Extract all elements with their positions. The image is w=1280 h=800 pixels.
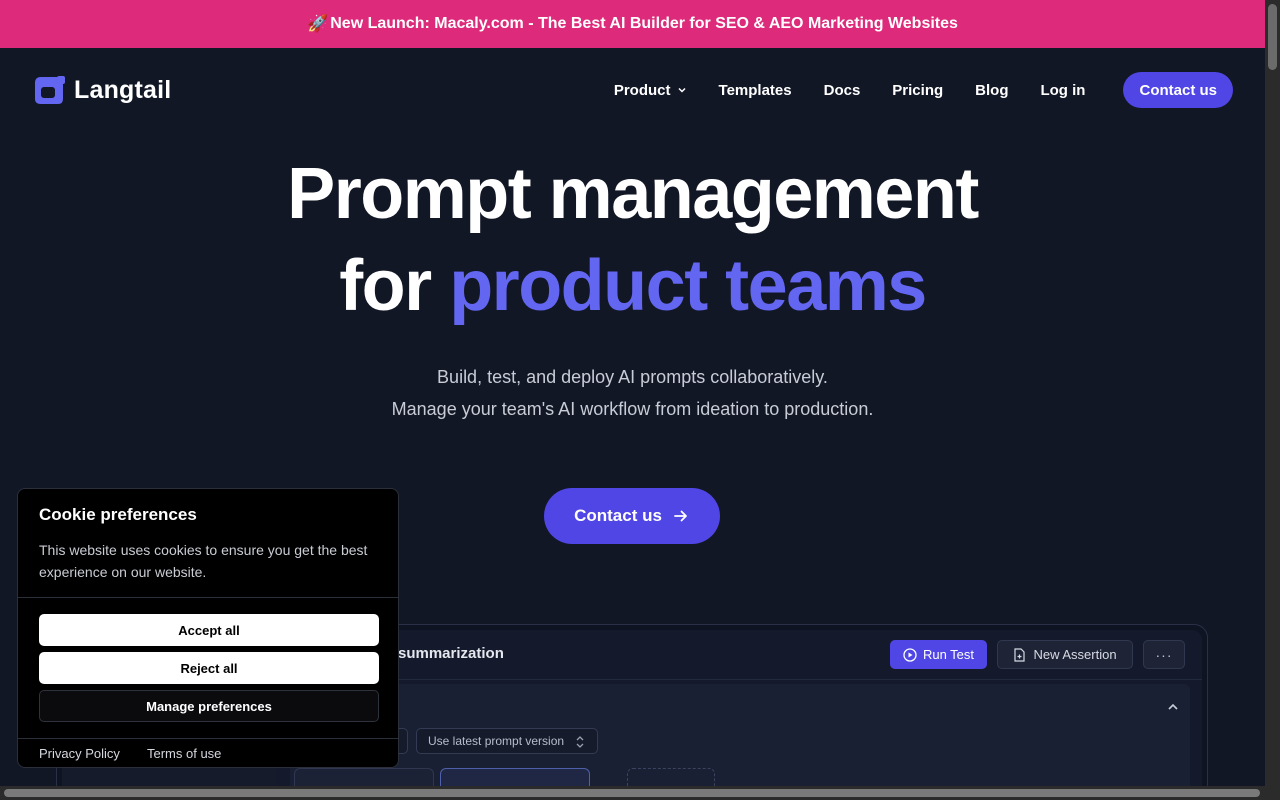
reject-all-button[interactable]: Reject all — [39, 652, 379, 684]
nav-templates[interactable]: Templates — [719, 82, 792, 99]
vertical-scrollbar-thumb[interactable] — [1268, 4, 1277, 70]
play-icon — [903, 647, 917, 662]
privacy-policy-link[interactable]: Privacy Policy — [39, 746, 120, 761]
banner-text[interactable]: New Launch: Macaly.com - The Best AI Bui… — [330, 15, 958, 33]
chevron-updown-icon — [576, 736, 584, 748]
new-assertion-button[interactable]: New Assertion — [997, 640, 1133, 669]
more-options-button[interactable]: ··· — [1143, 640, 1185, 669]
run-test-label: Run Test — [922, 647, 975, 662]
hero-title-accent: product teams — [449, 246, 927, 326]
logo-text: Langtail — [74, 75, 172, 104]
nav-docs[interactable]: Docs — [824, 82, 861, 99]
file-plus-icon — [1014, 647, 1026, 662]
nav-contact-button[interactable]: Contact us — [1123, 72, 1233, 108]
hero-title-line1: Prompt management — [287, 154, 979, 234]
run-test-button[interactable]: Run Test — [890, 640, 987, 669]
preview-title: summarization — [398, 645, 504, 662]
nav-product[interactable]: Product — [614, 82, 687, 99]
manage-preferences-button[interactable]: Manage preferences — [39, 690, 379, 722]
rocket-icon: 🚀 — [307, 14, 329, 33]
prompt-version-value: Use latest prompt version — [428, 734, 565, 748]
prompt-version-select[interactable]: Use latest prompt version — [416, 728, 598, 754]
cookie-preferences-modal: Cookie preferences This website uses coo… — [17, 488, 399, 768]
nav-links: Product Templates Docs Pricing Blog Log … — [614, 72, 1233, 108]
vertical-scrollbar[interactable] — [1265, 0, 1280, 800]
cookie-title: Cookie preferences — [39, 505, 197, 524]
top-nav: Langtail Product Templates Docs Pricing … — [0, 48, 1265, 132]
nav-pricing[interactable]: Pricing — [892, 82, 943, 99]
logo[interactable]: Langtail — [32, 73, 171, 107]
hero-contact-label: Contact us — [574, 506, 662, 525]
new-assertion-label: New Assertion — [1033, 647, 1117, 662]
divider — [18, 738, 398, 739]
nav-product-label: Product — [613, 81, 671, 99]
hero-subtitle-line2: Manage your team's AI workflow from idea… — [391, 399, 874, 419]
hero-title-prefix: for — [339, 246, 432, 326]
terms-of-use-link[interactable]: Terms of use — [147, 746, 221, 761]
accept-all-button[interactable]: Accept all — [39, 614, 379, 646]
hero-contact-button[interactable]: Contact us — [544, 488, 720, 544]
horizontal-scrollbar-thumb[interactable] — [4, 789, 1260, 797]
hero-subtitle-line1: Build, test, and deploy AI prompts colla… — [437, 367, 828, 387]
arrow-right-icon — [674, 510, 687, 522]
langtail-logo-icon — [35, 76, 65, 104]
hero-title-line2: for product teams — [0, 240, 1265, 332]
chevron-up-icon[interactable] — [1166, 700, 1180, 714]
nav-login[interactable]: Log in — [1040, 82, 1085, 99]
announcement-banner[interactable]: 🚀 New Launch: Macaly.com - The Best AI B… — [0, 0, 1265, 48]
cookie-description: This website uses cookies to ensure you … — [39, 542, 368, 580]
nav-blog[interactable]: Blog — [975, 82, 1008, 99]
divider — [18, 597, 398, 598]
chevron-down-icon — [677, 87, 686, 93]
